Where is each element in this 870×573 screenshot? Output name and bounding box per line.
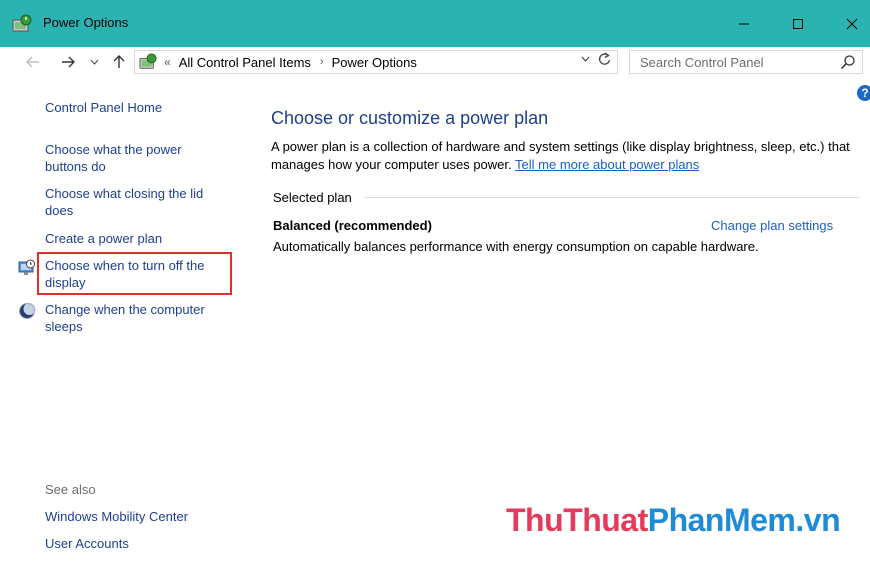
watermark-part1: ThuThuat (506, 502, 648, 538)
page-title: Choose or customize a power plan (271, 108, 549, 128)
change-plan-settings-link[interactable]: Change plan settings (711, 218, 833, 233)
address-dropdown-button[interactable] (581, 54, 590, 65)
learn-more-link[interactable]: Tell me more about power plans (515, 157, 699, 172)
forward-arrow-icon (62, 56, 75, 68)
display-timer-icon (18, 259, 35, 275)
navigation-bar: « All Control Panel Items › Power Option… (0, 47, 870, 77)
refresh-button[interactable] (598, 52, 611, 69)
plan-name: Balanced (recommended) (273, 218, 432, 233)
close-button[interactable] (829, 8, 870, 40)
search-icon[interactable] (840, 54, 856, 70)
control-panel-home-link[interactable]: Control Panel Home (45, 99, 162, 116)
help-button[interactable]: ? (857, 85, 870, 101)
maximize-icon (793, 19, 803, 29)
power-options-icon (139, 53, 157, 69)
forward-button[interactable] (57, 51, 79, 73)
page-description: A power plan is a collection of hardware… (271, 138, 861, 174)
address-bar[interactable]: « All Control Panel Items › Power Option… (134, 50, 618, 74)
minimize-button[interactable] (721, 8, 767, 40)
recent-locations-button[interactable] (87, 51, 101, 73)
window-title: Power Options (43, 15, 129, 30)
up-arrow-icon (113, 55, 125, 68)
see-also-link-mobility-center[interactable]: Windows Mobility Center (45, 508, 188, 525)
watermark: ThuThuatPhanMem.vn (506, 502, 841, 539)
watermark-part2: PhanMem.vn (647, 502, 841, 538)
search-input[interactable]: Search Control Panel (629, 50, 863, 74)
chevron-down-icon (90, 59, 98, 65)
breadcrumb-power-options[interactable]: Power Options (332, 55, 417, 70)
title-bar: Power Options (0, 0, 870, 47)
chevron-down-icon (581, 56, 590, 62)
power-options-icon (12, 14, 32, 32)
path-overflow-indicator[interactable]: « (164, 55, 171, 69)
close-icon (846, 18, 858, 30)
refresh-icon (598, 52, 611, 65)
sidebar-link-computer-sleeps[interactable]: Change when the computer sleeps (45, 301, 230, 335)
back-button[interactable] (22, 51, 44, 73)
maximize-button[interactable] (775, 8, 821, 40)
search-placeholder: Search Control Panel (640, 55, 764, 70)
highlight-box (37, 252, 232, 295)
sidebar-link-power-buttons[interactable]: Choose what the power buttons do (45, 141, 215, 175)
breadcrumb-all-control-panel-items[interactable]: All Control Panel Items (179, 55, 311, 70)
minimize-icon (739, 23, 749, 25)
see-also-link-user-accounts[interactable]: User Accounts (45, 535, 129, 552)
selected-plan-heading: Selected plan (273, 190, 352, 205)
up-button[interactable] (108, 51, 130, 73)
sleep-moon-icon (19, 303, 36, 319)
see-also-heading: See also (45, 482, 96, 497)
plan-description: Automatically balances performance with … (273, 239, 759, 254)
back-arrow-icon (26, 56, 39, 68)
breadcrumb-separator[interactable]: › (320, 56, 324, 68)
sidebar: Control Panel Home Choose what the power… (0, 77, 250, 573)
sidebar-link-closing-lid[interactable]: Choose what closing the lid does (45, 185, 225, 219)
sidebar-link-create-power-plan[interactable]: Create a power plan (45, 230, 162, 247)
section-divider (365, 197, 859, 198)
